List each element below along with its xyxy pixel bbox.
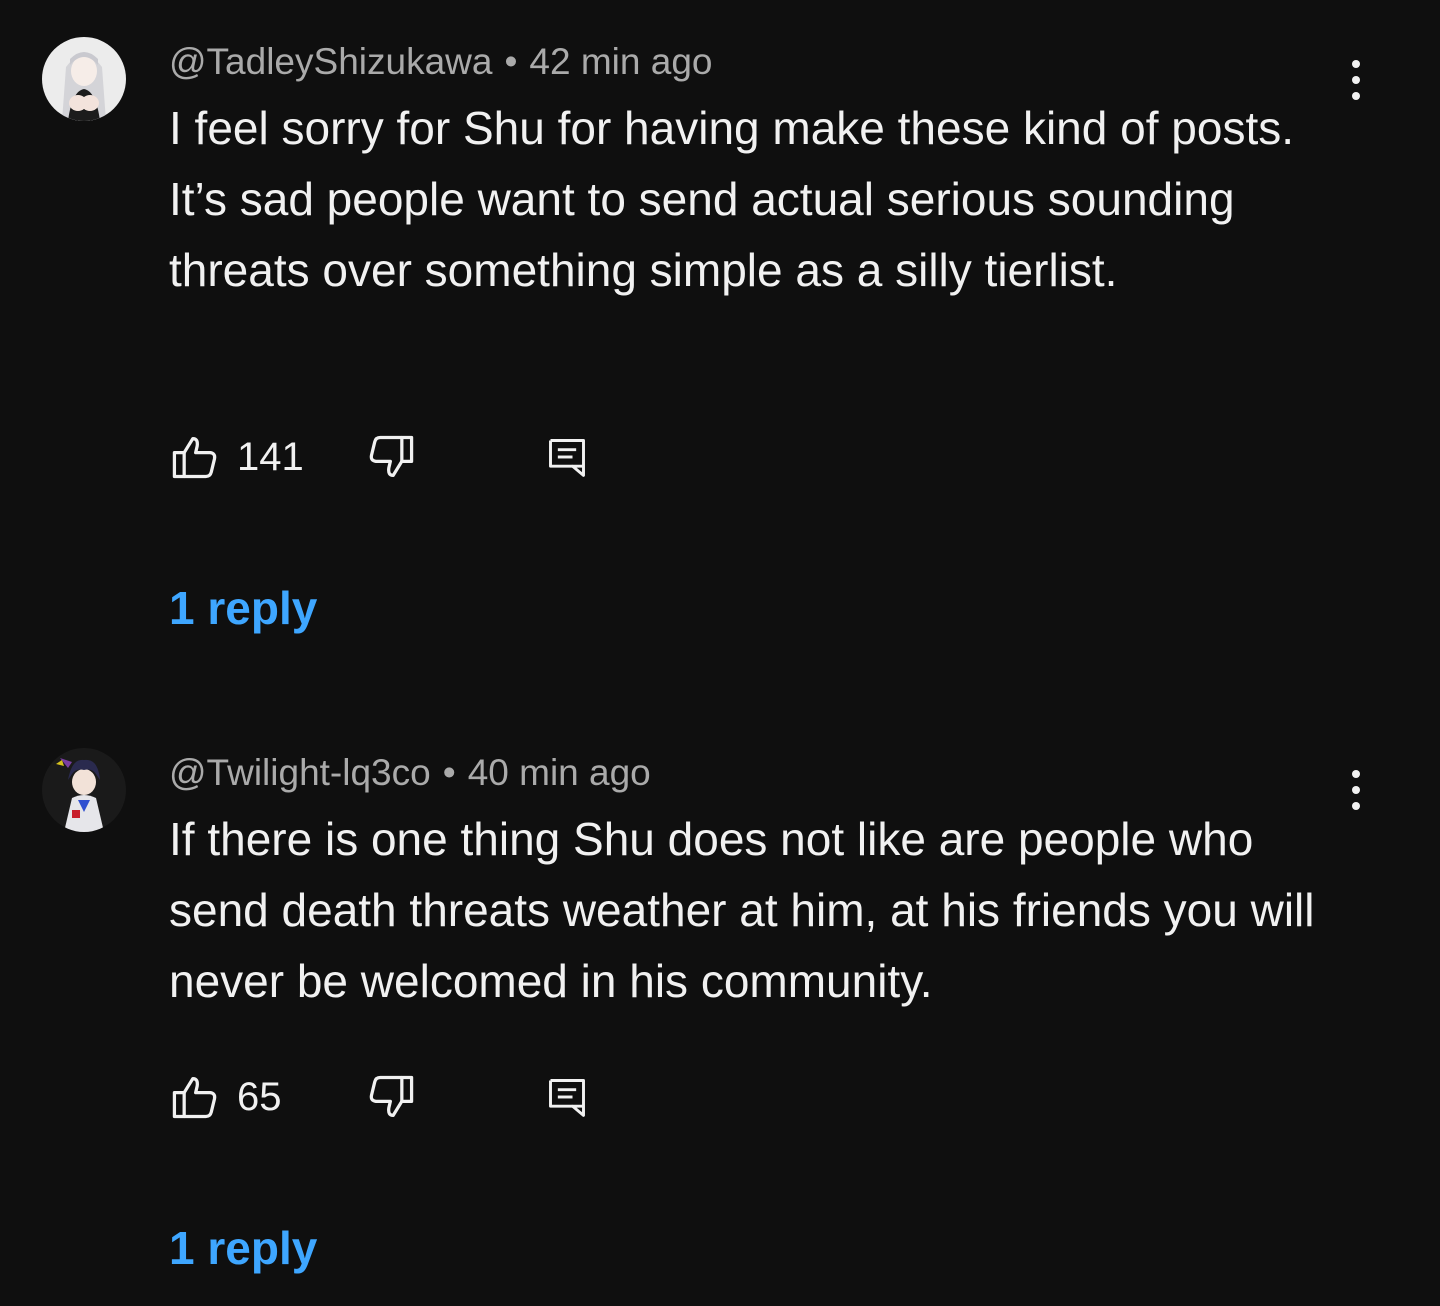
view-replies-link[interactable]: 1 reply — [169, 1220, 317, 1276]
comment-text: If there is one thing Shu does not like … — [169, 813, 1315, 1007]
avatar[interactable] — [42, 748, 126, 832]
more-vertical-icon — [1352, 60, 1360, 68]
comment-meta: @TadleyShizukawa • 42 min ago — [169, 40, 713, 84]
comment-actions: 141 — [169, 429, 649, 485]
like-count: 65 — [237, 1074, 282, 1119]
reply-button[interactable] — [545, 1069, 589, 1125]
avatar-image — [42, 37, 126, 121]
timestamp[interactable]: 40 min ago — [468, 752, 651, 793]
more-vertical-icon-dot — [1352, 802, 1360, 810]
more-vertical-icon-dot — [1352, 786, 1360, 794]
like-button[interactable]: 65 — [169, 1069, 282, 1125]
avatar[interactable] — [42, 37, 126, 121]
more-options-button[interactable] — [1336, 54, 1376, 106]
avatar-image — [42, 748, 126, 832]
timestamp[interactable]: 42 min ago — [529, 41, 712, 82]
thumbs-down-icon — [369, 435, 414, 478]
meta-separator: • — [442, 752, 456, 793]
comment-meta: @Twilight-lq3co • 40 min ago — [169, 751, 651, 795]
more-vertical-icon — [1352, 770, 1360, 778]
reply-button[interactable] — [545, 429, 589, 485]
dislike-button[interactable] — [365, 429, 417, 485]
reply-comment-icon — [549, 1079, 585, 1117]
reply-comment-icon — [549, 439, 585, 477]
view-replies-link[interactable]: 1 reply — [169, 580, 317, 636]
author-name[interactable]: @TadleyShizukawa — [169, 41, 492, 82]
more-vertical-icon-dot — [1352, 76, 1360, 84]
meta-separator: • — [504, 41, 518, 82]
more-vertical-icon-dot — [1352, 92, 1360, 100]
comment-text: I feel sorry for Shu for having make the… — [169, 102, 1295, 296]
more-options-button[interactable] — [1336, 764, 1376, 816]
comment-actions: 65 — [169, 1069, 649, 1125]
dislike-button[interactable] — [365, 1069, 417, 1125]
thumbs-up-icon — [172, 1076, 217, 1119]
like-count: 141 — [237, 434, 304, 479]
thumbs-down-icon — [369, 1075, 414, 1118]
like-button[interactable]: 141 — [169, 429, 304, 485]
thumbs-up-icon — [172, 436, 217, 479]
author-name[interactable]: @Twilight-lq3co — [169, 752, 431, 793]
